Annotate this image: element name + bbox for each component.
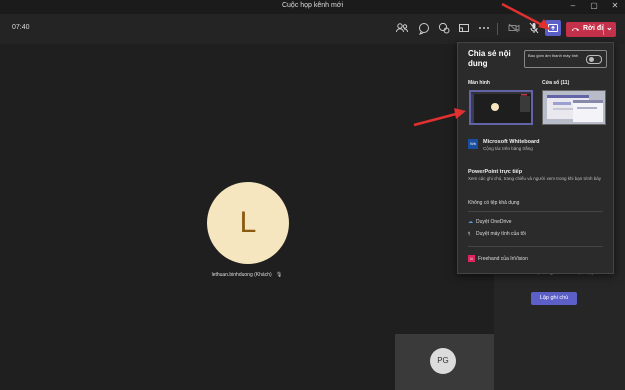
include-audio-toggle[interactable]	[586, 55, 602, 64]
self-video-tile: PG	[395, 334, 494, 390]
reactions-icon[interactable]	[436, 20, 452, 36]
participant-name-row: lethuan.binhduong (Khách) 🎙	[0, 272, 494, 278]
browse-computer-label: Duyệt máy tính của tôi	[476, 231, 526, 237]
close-icon[interactable]: ✕	[608, 1, 622, 10]
freehand-option[interactable]: In Freehand của InVision	[468, 255, 528, 262]
participant-avatar: L	[207, 182, 289, 264]
browse-onedrive-label: Duyệt OneDrive	[476, 219, 512, 225]
mic-muted-icon[interactable]	[526, 20, 542, 36]
no-files-label: Không có tệp khả dụng	[468, 200, 520, 206]
chat-icon[interactable]	[416, 20, 432, 36]
self-avatar: PG	[430, 348, 456, 374]
participant-name: lethuan.binhduong (Khách)	[211, 272, 272, 278]
more-options-icon[interactable]	[476, 20, 492, 36]
title-bar: Cuộc họp kênh mới – ▢ ✕	[0, 0, 625, 15]
mic-muted-small-icon: 🎙	[276, 272, 283, 278]
window-title: Cuộc họp kênh mới	[281, 2, 343, 9]
meeting-toolbar: 07:40 Rời đi ⌄	[0, 14, 625, 44]
share-popup-title: Chia sẻ nội dung	[468, 49, 511, 68]
share-content-button[interactable]	[545, 20, 561, 36]
screen-preview-icon	[471, 92, 531, 123]
browse-onedrive-link[interactable]: ☁ Duyệt OneDrive	[468, 219, 512, 225]
toolbar-divider	[497, 23, 498, 35]
take-notes-button[interactable]: Lập ghi chú	[531, 292, 577, 305]
rooms-icon[interactable]	[456, 20, 472, 36]
browse-computer-link[interactable]: ⫯ Duyệt máy tính của tôi	[468, 231, 526, 237]
whiteboard-subtitle: Cộng tác trên bảng trắng	[483, 146, 533, 151]
participants-icon[interactable]	[394, 20, 410, 36]
popup-divider	[468, 211, 603, 212]
meeting-timer: 07:40	[12, 24, 30, 31]
phone-icon	[571, 28, 580, 32]
window-preview-icon	[547, 95, 603, 122]
popup-divider	[468, 246, 603, 247]
screen-section-label: Màn hình	[468, 80, 490, 86]
window-section-label: Cửa sổ (11)	[542, 80, 570, 86]
include-audio-label: Bao gồm âm thanh máy tính	[528, 53, 579, 58]
powerpoint-title: PowerPoint trực tiếp	[468, 169, 523, 175]
maximize-icon[interactable]: ▢	[587, 1, 601, 10]
pin-icon: ⫯	[468, 231, 471, 237]
toggle-knob	[589, 57, 594, 62]
leave-label: Rời đi	[583, 25, 604, 32]
window-thumbnail[interactable]	[542, 90, 606, 125]
whiteboard-logo: Wb	[468, 139, 478, 149]
leave-button[interactable]: Rời đi ⌄	[566, 22, 616, 37]
cloud-icon: ☁	[468, 219, 473, 225]
leave-divider	[603, 24, 604, 35]
powerpoint-subtitle: Xem các ghi chú, trang chiếu và người xe…	[468, 176, 602, 181]
freehand-label: Freehand của InVision	[478, 256, 528, 262]
screen-thumbnail[interactable]	[469, 90, 533, 125]
powerpoint-live-option[interactable]: PowerPoint trực tiếp Xem các ghi chú, tr…	[468, 169, 603, 181]
minimize-icon[interactable]: –	[566, 1, 580, 10]
chevron-down-icon[interactable]: ⌄	[606, 23, 613, 32]
invision-logo: In	[468, 255, 475, 262]
camera-off-icon[interactable]	[506, 20, 522, 36]
share-content-popup: Chia sẻ nội dung Bao gồm âm thanh máy tí…	[457, 42, 614, 274]
whiteboard-title: Microsoft Whiteboard	[483, 139, 540, 145]
include-audio-option: Bao gồm âm thanh máy tính	[524, 50, 607, 68]
